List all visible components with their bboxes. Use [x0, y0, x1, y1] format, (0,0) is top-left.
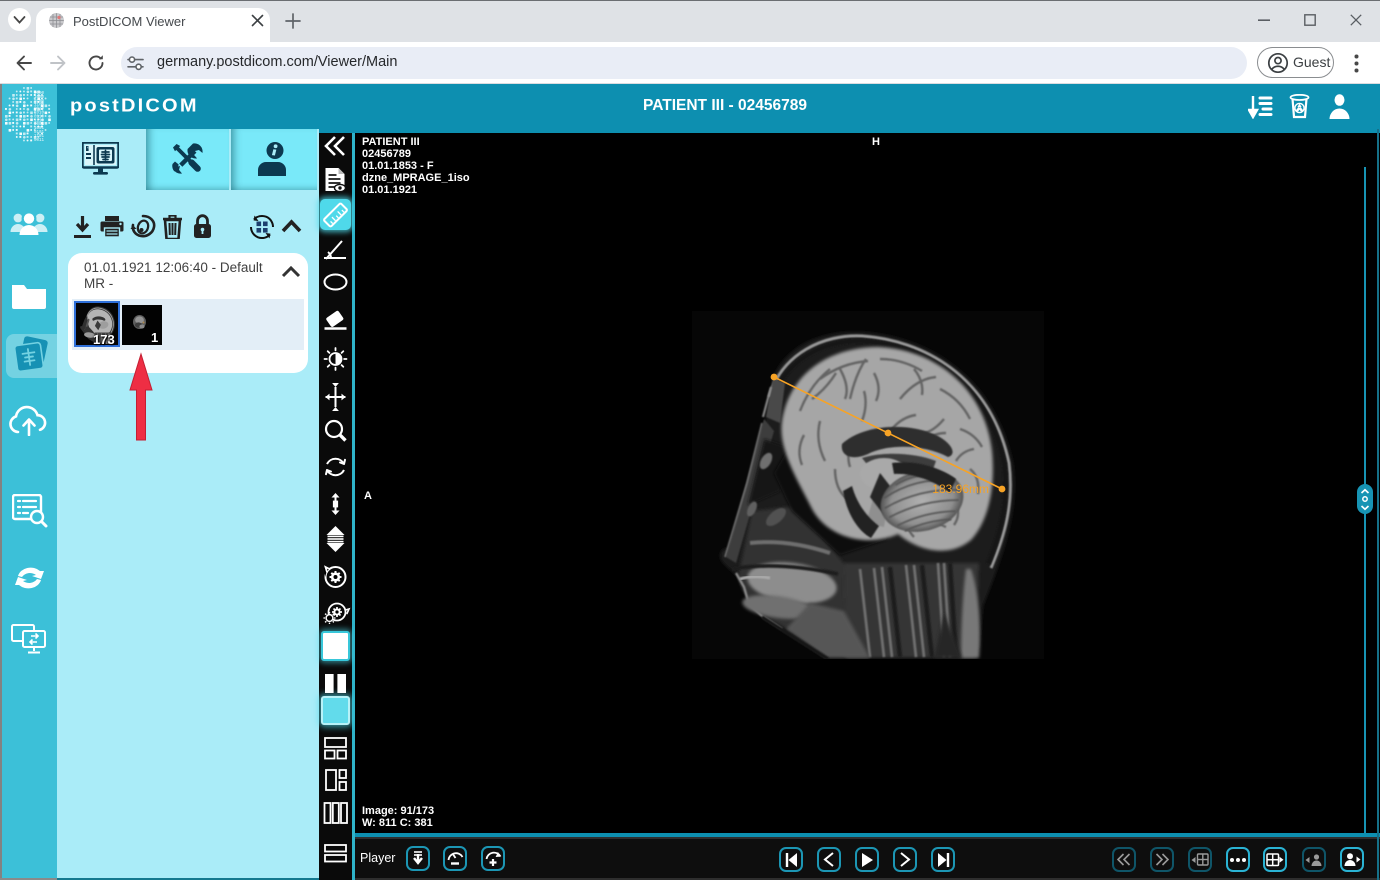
svg-text:183.96mm: 183.96mm — [932, 482, 989, 496]
svg-text:0011: 0011 — [34, 139, 45, 143]
